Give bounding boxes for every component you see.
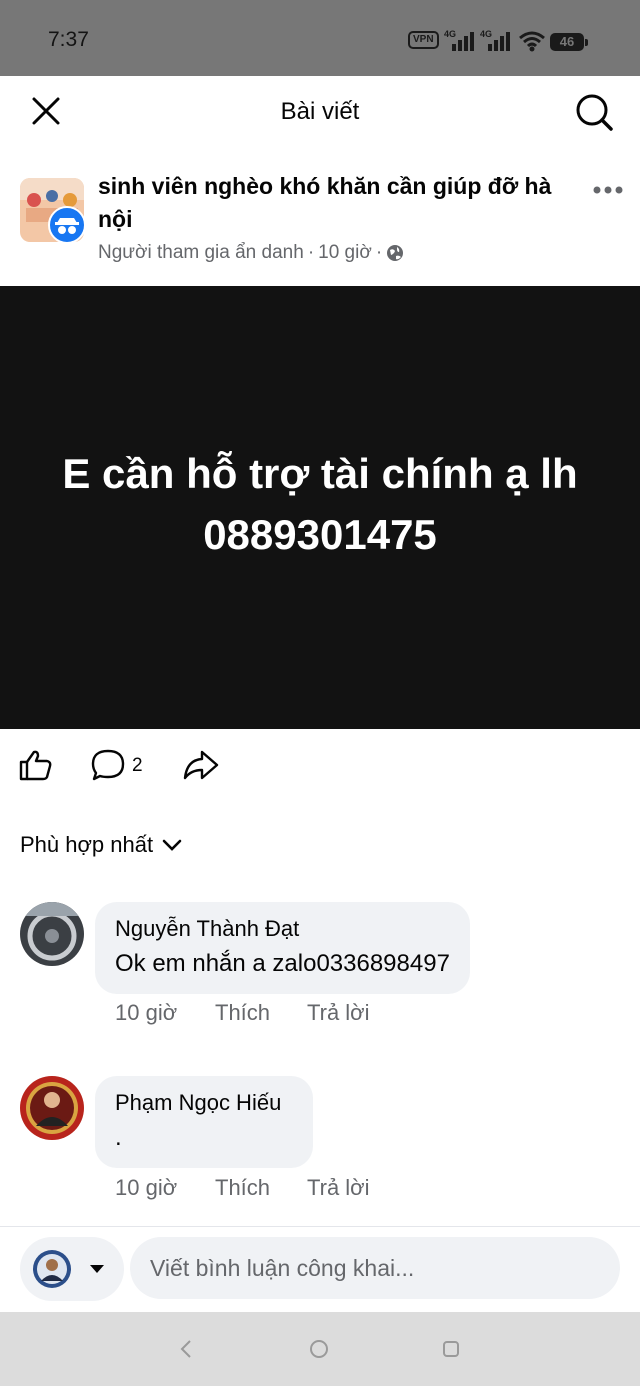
comment-like-button-2[interactable]: Thích	[215, 1175, 307, 1201]
vpn-badge: VPN	[408, 31, 439, 49]
post-image-text: E cần hỗ trợ tài chính ạ lh 0889301475	[20, 443, 620, 565]
search-icon[interactable]	[574, 92, 614, 132]
avatar-image	[20, 902, 84, 966]
comment-actions-2: 10 giờ Thích Trả lời	[115, 1175, 370, 1201]
comment-text: Ok em nhắn a zalo0336898497	[115, 950, 450, 977]
comment-input[interactable]: Viết bình luận công khai...	[130, 1237, 620, 1299]
meta-separator-2: ·	[375, 242, 383, 263]
commenter-avatar-2[interactable]	[20, 1076, 84, 1140]
comment-reply-button[interactable]: Trả lời	[307, 1000, 370, 1026]
comment-time-2: 10 giờ	[115, 1175, 178, 1200]
battery-tip	[585, 39, 588, 46]
comment-sort-dropdown[interactable]: Phù hợp nhất	[20, 832, 183, 858]
network-type-label-2: 4G	[480, 29, 492, 39]
group-name[interactable]: sinh viên nghèo khó khăn cần giúp đỡ hà …	[98, 170, 578, 236]
post-author[interactable]: Người tham gia ẩn danh	[98, 242, 304, 264]
comment-icon[interactable]	[90, 748, 126, 782]
post-meta: Người tham gia ẩn danh · 10 giờ ·	[98, 242, 404, 264]
network-type-label: 4G	[444, 29, 456, 39]
globe-icon	[387, 245, 404, 261]
identity-switcher[interactable]	[20, 1237, 124, 1301]
comment-actions: 10 giờ Thích Trả lời	[115, 1000, 370, 1026]
comment-time: 10 giờ	[115, 1000, 178, 1025]
post-image[interactable]: E cần hỗ trợ tài chính ạ lh 0889301475	[0, 286, 640, 729]
home-icon[interactable]	[308, 1338, 330, 1360]
commenter-name-2[interactable]: Phạm Ngọc Hiếu	[115, 1086, 293, 1120]
more-icon[interactable]	[592, 180, 624, 200]
share-icon[interactable]	[182, 748, 220, 782]
comment-like-button[interactable]: Thích	[215, 1000, 307, 1026]
signal-icon-2: 4G	[480, 29, 510, 51]
sort-label: Phù hợp nhất	[20, 832, 154, 857]
wifi-icon	[519, 31, 545, 52]
chevron-down-icon	[162, 839, 182, 851]
recents-icon[interactable]	[440, 1338, 462, 1360]
comment-text-2: .	[115, 1124, 122, 1151]
post-time[interactable]: 10 giờ	[318, 242, 372, 264]
user-avatar	[33, 1250, 71, 1288]
like-icon[interactable]	[18, 748, 54, 782]
status-time: 7:37	[48, 28, 89, 51]
back-icon[interactable]	[178, 1338, 194, 1360]
post-image-text-line1: E cần hỗ trợ tài chính ạ lh	[62, 449, 578, 497]
comment-bubble[interactable]: Nguyễn Thành Đạt Ok em nhắn a zalo033689…	[95, 902, 470, 994]
signal-icon: 4G	[444, 29, 474, 51]
comment-bubble-2[interactable]: Phạm Ngọc Hiếu .	[95, 1076, 313, 1168]
meta-separator: ·	[307, 242, 315, 263]
anonymous-badge-icon	[48, 206, 86, 244]
comment-count[interactable]: 2	[132, 755, 143, 777]
commenter-avatar[interactable]	[20, 902, 84, 966]
post-image-text-line2: 0889301475	[203, 510, 437, 558]
caret-down-icon	[90, 1265, 104, 1273]
battery-icon: 46	[550, 33, 584, 51]
page-title: Bài viết	[280, 98, 360, 125]
commenter-name[interactable]: Nguyễn Thành Đạt	[115, 912, 450, 946]
avatar-image-2	[20, 1076, 84, 1140]
comment-reply-button-2[interactable]: Trả lời	[307, 1175, 370, 1201]
